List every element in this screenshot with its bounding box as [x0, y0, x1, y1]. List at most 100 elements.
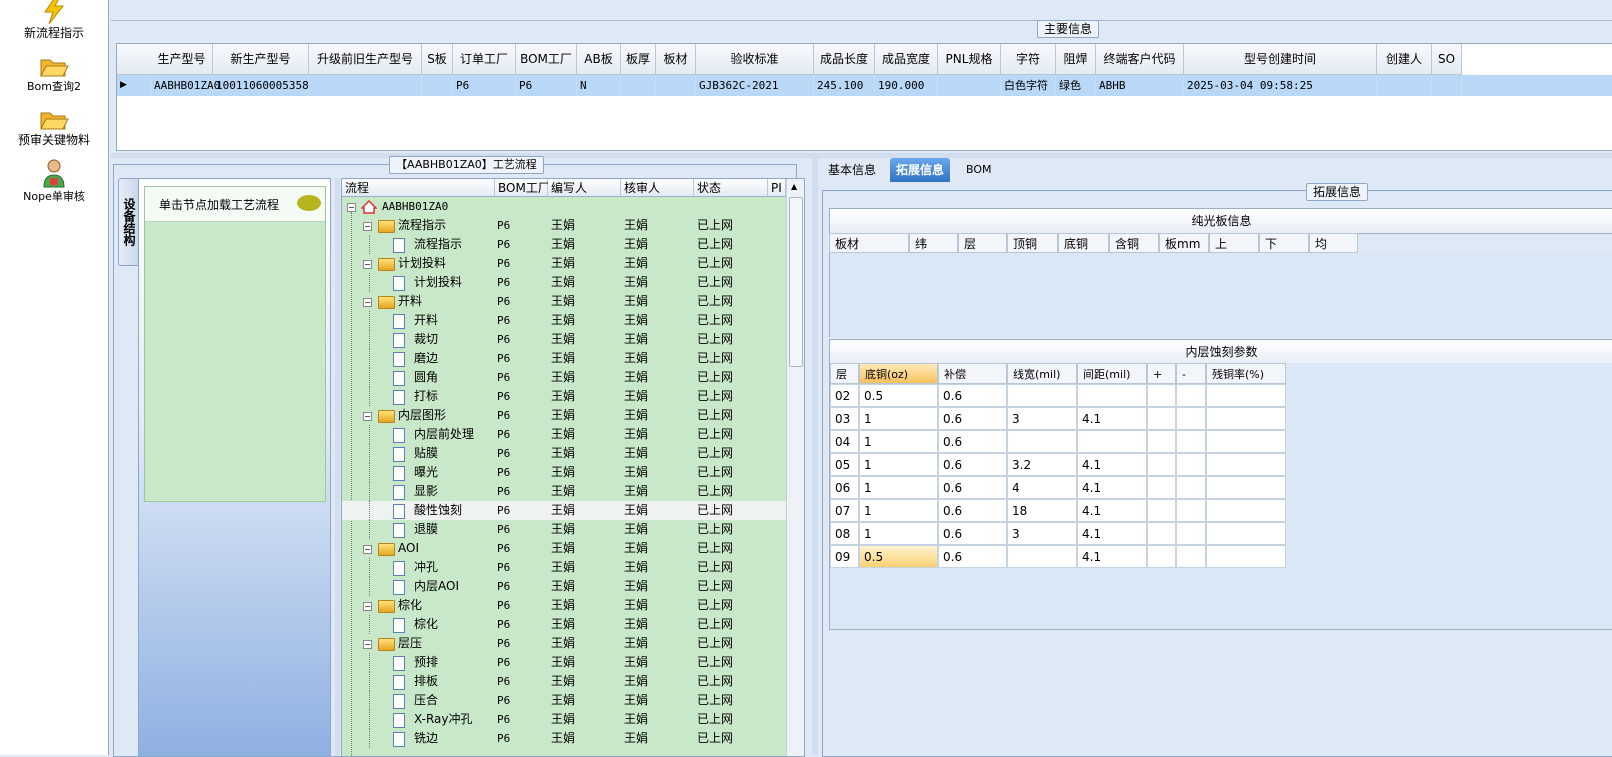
tree-column-header[interactable]: 核审人 — [621, 179, 694, 197]
table-cell[interactable]: 4 — [1007, 476, 1077, 499]
pure-column-header[interactable]: 纬 — [909, 233, 958, 253]
table-cell[interactable] — [1007, 545, 1077, 568]
pure-column-header[interactable]: 下 — [1259, 233, 1309, 253]
tree-root-row[interactable]: − AABHB01ZA0 — [342, 197, 786, 216]
table-cell[interactable]: 1 — [859, 522, 938, 545]
collapse-icon[interactable]: − — [347, 203, 356, 212]
inner-column-header[interactable]: 残铜率(%) — [1206, 363, 1286, 384]
table-row[interactable]: ▶ AABHB01ZA0 10011060005358 P6 P6 N GJB362C-2… — [117, 75, 1612, 96]
tree-row[interactable]: 退膜 P6 王娟 王娟 已上网 — [342, 520, 786, 539]
column-header[interactable]: 成品宽度 — [875, 44, 938, 75]
tree-row[interactable]: 曝光 P6 王娟 王娟 已上网 — [342, 463, 786, 482]
tree-row[interactable]: − 流程指示 P6 王娟 王娟 已上网 — [342, 216, 786, 235]
row-selector-icon[interactable]: ▶ — [117, 75, 151, 96]
column-header[interactable]: 新生产型号 — [213, 44, 309, 75]
tree-row[interactable]: 冲孔 P6 王娟 王娟 已上网 — [342, 558, 786, 577]
table-cell[interactable]: 4.1 — [1077, 499, 1147, 522]
tree-row[interactable]: − 棕化 P6 王娟 王娟 已上网 — [342, 596, 786, 615]
table-cell[interactable]: 1 — [859, 476, 938, 499]
inner-column-header[interactable]: - — [1176, 363, 1206, 384]
tree-scrollbar[interactable]: ▲ — [786, 179, 804, 756]
tree-row[interactable]: 贴膜 P6 王娟 王娟 已上网 — [342, 444, 786, 463]
table-cell[interactable]: 04 — [830, 430, 859, 453]
table-cell[interactable]: 1 — [859, 430, 938, 453]
tree-row[interactable]: 流程指示 P6 王娟 王娟 已上网 — [342, 235, 786, 254]
table-cell[interactable] — [1147, 407, 1176, 430]
column-header[interactable]: SO — [1432, 44, 1462, 75]
table-cell[interactable]: 0.6 — [938, 453, 1007, 476]
column-header[interactable]: 阻焊 — [1056, 44, 1096, 75]
table-cell[interactable]: 06 — [830, 476, 859, 499]
table-cell[interactable]: 0.5 — [859, 384, 938, 407]
tree-row[interactable]: − 开料 P6 王娟 王娟 已上网 — [342, 292, 786, 311]
table-cell[interactable]: 3.2 — [1007, 453, 1077, 476]
column-header[interactable]: 创建人 — [1377, 44, 1432, 75]
pure-column-header[interactable]: 层 — [958, 233, 1007, 253]
table-cell[interactable]: 4.1 — [1077, 545, 1147, 568]
table-cell[interactable] — [1176, 384, 1206, 407]
tree-row[interactable]: − 计划投料 P6 王娟 王娟 已上网 — [342, 254, 786, 273]
inner-column-header[interactable]: 层 — [830, 363, 859, 384]
table-cell[interactable]: 4.1 — [1077, 407, 1147, 430]
tab-basic-info[interactable]: 基本信息 — [822, 158, 882, 182]
table-cell[interactable]: 0.6 — [938, 545, 1007, 568]
table-cell[interactable] — [1176, 407, 1206, 430]
tab-extended-info[interactable]: 拓展信息 — [890, 158, 951, 182]
table-cell[interactable]: 05 — [830, 453, 859, 476]
column-header[interactable]: AB板 — [577, 44, 621, 75]
tab-bom[interactable]: BOM — [960, 158, 998, 182]
table-cell[interactable] — [1147, 430, 1176, 453]
column-header[interactable]: 验收标准 — [696, 44, 814, 75]
tree-row[interactable]: 压合 P6 王娟 王娟 已上网 — [342, 691, 786, 710]
tree-row[interactable]: 内层AOI P6 王娟 王娟 已上网 — [342, 577, 786, 596]
table-cell[interactable]: 4.1 — [1077, 453, 1147, 476]
inner-column-header[interactable]: + — [1147, 363, 1176, 384]
pure-column-header[interactable]: 板材 — [829, 233, 909, 253]
column-header[interactable]: 升级前旧生产型号 — [309, 44, 422, 75]
pure-column-header[interactable]: 均 — [1309, 233, 1358, 253]
table-cell[interactable]: 09 — [830, 545, 859, 568]
tree-row[interactable]: 开料 P6 王娟 王娟 已上网 — [342, 311, 786, 330]
tree-row[interactable]: 预排 P6 王娟 王娟 已上网 — [342, 653, 786, 672]
column-header[interactable]: 板材 — [656, 44, 696, 75]
launch-bom-query[interactable]: Bom查询2 — [0, 54, 108, 94]
table-cell[interactable] — [1176, 453, 1206, 476]
table-cell[interactable] — [1176, 545, 1206, 568]
launch-new-process[interactable]: 新流程指示 — [0, 0, 108, 41]
table-cell[interactable]: 1 — [859, 499, 938, 522]
table-cell[interactable]: 0.6 — [938, 522, 1007, 545]
table-cell[interactable]: 1 — [859, 453, 938, 476]
hint-header[interactable]: 单击节点加载工艺流程 — [145, 187, 325, 222]
tree-row[interactable]: 棕化 P6 王娟 王娟 已上网 — [342, 615, 786, 634]
table-cell[interactable] — [1147, 476, 1176, 499]
table-cell[interactable]: 0.6 — [938, 430, 1007, 453]
tree-column-header[interactable]: 流程 — [342, 179, 495, 197]
table-cell[interactable] — [1206, 453, 1286, 476]
tree-row[interactable]: − 内层图形 P6 王娟 王娟 已上网 — [342, 406, 786, 425]
column-header[interactable]: BOM工厂 — [516, 44, 577, 75]
collapse-icon[interactable]: − — [363, 260, 372, 269]
table-cell[interactable]: 02 — [830, 384, 859, 407]
tree-row[interactable]: 圆角 P6 王娟 王娟 已上网 — [342, 368, 786, 387]
tree-row[interactable]: 酸性蚀刻 P6 王娟 王娟 已上网 — [342, 501, 786, 520]
table-cell[interactable] — [1176, 430, 1206, 453]
table-cell[interactable] — [1206, 407, 1286, 430]
table-cell[interactable] — [1147, 384, 1176, 407]
scrollbar-thumb[interactable] — [789, 197, 803, 367]
tree-column-header[interactable]: PI — [768, 179, 786, 197]
pure-column-header[interactable]: 顶铜 — [1007, 233, 1058, 253]
table-cell[interactable]: 03 — [830, 407, 859, 430]
column-header[interactable]: 型号创建时间 — [1184, 44, 1377, 75]
table-cell[interactable]: 08 — [830, 522, 859, 545]
inner-column-header[interactable]: 间距(mil) — [1077, 363, 1147, 384]
inner-column-header[interactable]: 底铜(oz) — [859, 363, 938, 384]
table-cell[interactable] — [1206, 499, 1286, 522]
table-cell[interactable] — [1077, 384, 1147, 407]
table-cell[interactable] — [1007, 430, 1077, 453]
table-cell[interactable]: 0.6 — [938, 407, 1007, 430]
table-cell[interactable]: 07 — [830, 499, 859, 522]
tree-row[interactable]: 铣边 P6 王娟 王娟 已上网 — [342, 729, 786, 748]
tree-row[interactable]: 显影 P6 王娟 王娟 已上网 — [342, 482, 786, 501]
table-cell[interactable] — [1206, 384, 1286, 407]
table-cell[interactable] — [1206, 430, 1286, 453]
